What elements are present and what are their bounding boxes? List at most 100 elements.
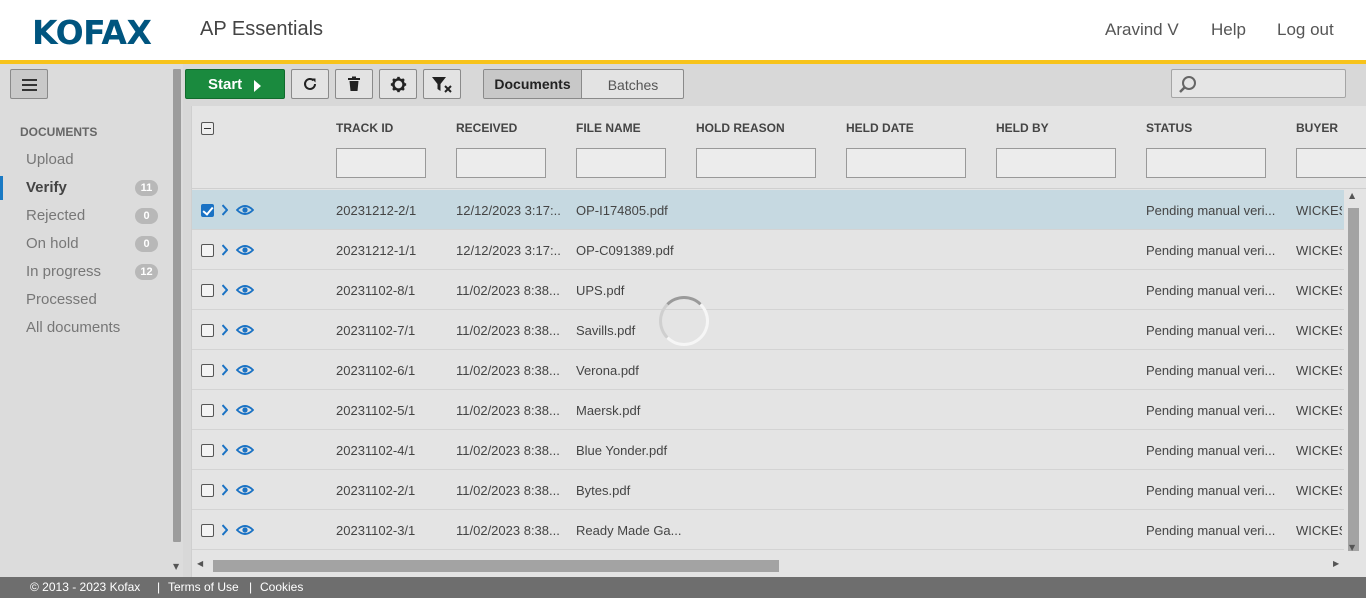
filter-file-name[interactable] — [576, 148, 666, 178]
table-row[interactable]: 20231212-2/1 12/12/2023 3:17:... OP-I17480… — [192, 190, 1344, 230]
column-header-file-name[interactable]: FILE NAME — [576, 121, 641, 135]
help-link[interactable]: Help — [1211, 20, 1246, 40]
row-checkbox[interactable] — [201, 404, 214, 417]
table-row[interactable]: 20231102-8/1 11/02/2023 8:38... UPS.pdf Pen… — [192, 270, 1344, 310]
row-checkbox[interactable] — [201, 444, 214, 457]
row-checkbox[interactable] — [201, 324, 214, 337]
expand-arrow-icon[interactable] — [222, 484, 228, 496]
row-checkbox[interactable] — [201, 244, 214, 257]
sidebar-scrollbar[interactable]: ▼ — [172, 64, 182, 577]
filter-held-date[interactable] — [846, 148, 966, 178]
scrollbar-thumb[interactable] — [173, 69, 181, 542]
sidebar-item-on-hold[interactable]: On hold 0 — [0, 232, 170, 256]
tab-documents[interactable]: Documents — [484, 70, 582, 98]
table-row[interactable]: 20231102-7/1 11/02/2023 8:38... Savills.pd… — [192, 310, 1344, 350]
scroll-left-icon[interactable]: ◀ — [197, 559, 203, 568]
table-row[interactable]: 20231102-5/1 11/02/2023 8:38... Maersk.pdf… — [192, 390, 1344, 430]
expand-arrow-icon[interactable] — [222, 284, 228, 296]
scroll-right-icon[interactable]: ▶ — [1333, 559, 1339, 568]
kofax-logo: KOFAX — [32, 13, 152, 52]
eye-icon[interactable] — [236, 324, 254, 336]
delete-button[interactable] — [335, 69, 373, 99]
user-menu[interactable]: Aravind V — [1105, 20, 1179, 40]
column-header-status[interactable]: STATUS — [1146, 121, 1192, 135]
expand-arrow-icon[interactable] — [222, 444, 228, 456]
cell-status: Pending manual veri... — [1146, 363, 1276, 378]
eye-icon[interactable] — [236, 244, 254, 256]
row-checkbox[interactable] — [201, 484, 214, 497]
table-row[interactable]: 20231102-3/1 11/02/2023 8:38... Ready Made… — [192, 510, 1344, 550]
settings-button[interactable] — [379, 69, 417, 99]
row-checkbox[interactable] — [201, 364, 214, 377]
row-checkbox[interactable] — [201, 204, 214, 217]
tab-batches[interactable]: Batches — [583, 70, 683, 98]
grid-vertical-scrollbar[interactable]: ▲ ▼ — [1344, 189, 1366, 559]
terms-of-use-link[interactable]: Terms of Use — [168, 580, 239, 594]
scroll-down-icon[interactable]: ▼ — [173, 562, 179, 571]
column-header-received[interactable]: RECEIVED — [456, 121, 517, 135]
filter-received[interactable] — [456, 148, 546, 178]
column-header-buyer[interactable]: BUYER — [1296, 121, 1338, 135]
sidebar-item-all-documents[interactable]: All documents — [0, 316, 170, 340]
row-checkbox[interactable] — [201, 524, 214, 537]
expand-arrow-icon[interactable] — [222, 204, 228, 216]
sidebar-item-processed[interactable]: Processed — [0, 288, 170, 312]
gear-icon — [390, 76, 406, 93]
hamburger-icon — [22, 79, 37, 81]
cookies-link[interactable]: Cookies — [260, 580, 303, 594]
scroll-up-icon[interactable]: ▲ — [1349, 191, 1355, 200]
eye-icon[interactable] — [236, 404, 254, 416]
column-header-held-by[interactable]: HELD BY — [996, 121, 1049, 135]
filter-track-id[interactable] — [336, 148, 426, 178]
cell-status: Pending manual veri... — [1146, 403, 1276, 418]
sidebar-item-rejected[interactable]: Rejected 0 — [0, 204, 170, 228]
eye-icon[interactable] — [236, 524, 254, 536]
refresh-button[interactable] — [291, 69, 329, 99]
cell-buyer: WICKES — [1296, 283, 1342, 298]
filter-buyer[interactable] — [1296, 148, 1366, 178]
column-header-track-id[interactable]: TRACK ID — [336, 121, 393, 135]
top-header: KOFAX AP Essentials Aravind V Help Log o… — [0, 0, 1366, 64]
count-badge: 0 — [135, 208, 158, 224]
table-row[interactable]: 20231102-2/1 11/02/2023 8:38... Bytes.pdf P… — [192, 470, 1344, 510]
cell-status: Pending manual veri... — [1146, 283, 1276, 298]
table-row[interactable]: 20231102-4/1 11/02/2023 8:38... Blue Yonde… — [192, 430, 1344, 470]
column-header-held-date[interactable]: HELD DATE — [846, 121, 914, 135]
eye-icon[interactable] — [236, 204, 254, 216]
filter-hold-reason[interactable] — [696, 148, 816, 178]
expand-arrow-icon[interactable] — [222, 324, 228, 336]
expand-arrow-icon[interactable] — [222, 524, 228, 536]
hamburger-menu-button[interactable] — [10, 69, 48, 99]
scrollbar-thumb[interactable] — [1348, 208, 1359, 551]
play-arrow-icon — [254, 80, 261, 92]
eye-icon[interactable] — [236, 484, 254, 496]
logout-link[interactable]: Log out — [1277, 20, 1334, 40]
grid-horizontal-scrollbar[interactable]: ◀ ▶ — [192, 557, 1344, 575]
select-all-checkbox[interactable] — [201, 122, 214, 135]
cell-buyer: WICKES — [1296, 323, 1342, 338]
clear-filter-button[interactable] — [423, 69, 461, 99]
table-row[interactable]: 20231102-6/1 11/02/2023 8:38... Verona.pdf… — [192, 350, 1344, 390]
eye-icon[interactable] — [236, 444, 254, 456]
expand-arrow-icon[interactable] — [222, 244, 228, 256]
eye-icon[interactable] — [236, 284, 254, 296]
expand-arrow-icon[interactable] — [222, 404, 228, 416]
eye-icon[interactable] — [236, 364, 254, 376]
filter-status[interactable] — [1146, 148, 1266, 178]
cell-file-name: OP-C091389.pdf — [576, 243, 674, 258]
sidebar-item-upload[interactable]: Upload — [0, 148, 170, 172]
cell-buyer: WICKES — [1296, 523, 1342, 538]
expand-arrow-icon[interactable] — [222, 364, 228, 376]
column-header-hold-reason[interactable]: HOLD REASON — [696, 121, 785, 135]
row-checkbox[interactable] — [201, 284, 214, 297]
table-row[interactable]: 20231212-1/1 12/12/2023 3:17:... OP-C09138… — [192, 230, 1344, 270]
scrollbar-thumb[interactable] — [213, 560, 779, 572]
sidebar-item-verify[interactable]: Verify 11 — [0, 176, 170, 200]
filter-held-by[interactable] — [996, 148, 1116, 178]
start-button[interactable]: Start — [185, 69, 285, 99]
cell-received: 11/02/2023 8:38... — [456, 523, 560, 538]
search-input[interactable] — [1171, 69, 1346, 98]
sidebar-item-in-progress[interactable]: In progress 12 — [0, 260, 170, 284]
cell-file-name: Blue Yonder.pdf — [576, 443, 668, 458]
scroll-down-icon[interactable]: ▼ — [1349, 543, 1355, 552]
